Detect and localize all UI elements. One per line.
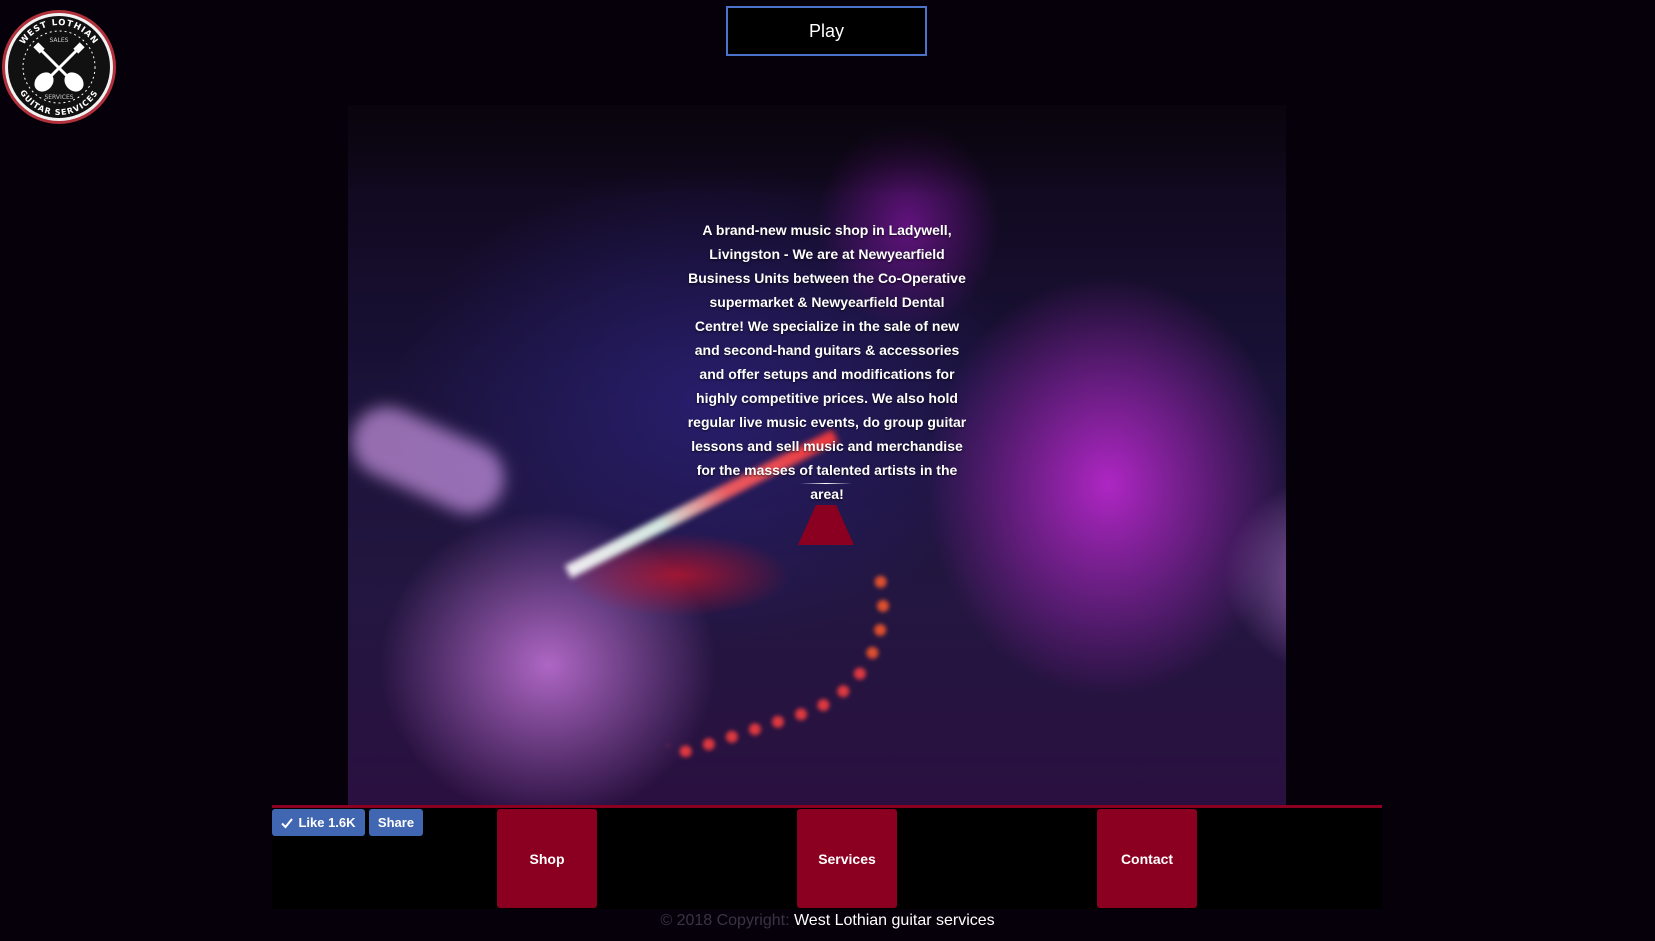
facebook-like-label: Like 1.6K (298, 815, 356, 830)
nav-services-button[interactable]: Services (797, 809, 897, 908)
logo-inner-top: SALES (50, 37, 69, 44)
hero-description: A brand-new music shop in Ladywell, Livi… (687, 222, 967, 502)
logo[interactable]: WEST LOTHIAN GUITAR SERVICES SALES SERVI… (0, 4, 118, 126)
facebook-like-button[interactable]: Like 1.6K (272, 809, 365, 836)
check-icon (281, 817, 294, 828)
copyright-owner-link[interactable]: West Lothian guitar services (794, 912, 995, 929)
logo-inner-bottom: SERVICES (44, 94, 73, 101)
divider-line (800, 483, 852, 484)
hero-shadow (348, 105, 1286, 195)
nav-contact-button[interactable]: Contact (1097, 809, 1197, 908)
play-button[interactable]: Play (726, 6, 927, 56)
copyright-prefix: © 2018 Copyright: (660, 912, 790, 929)
guitar-body-lights (635, 567, 921, 763)
copyright-notice: © 2018 Copyright: West Lothian guitar se… (0, 910, 1655, 932)
guitar-neck-blur (348, 395, 516, 525)
nav-shop-button[interactable]: Shop (497, 809, 597, 908)
facebook-share-button[interactable]: Share (369, 809, 423, 836)
